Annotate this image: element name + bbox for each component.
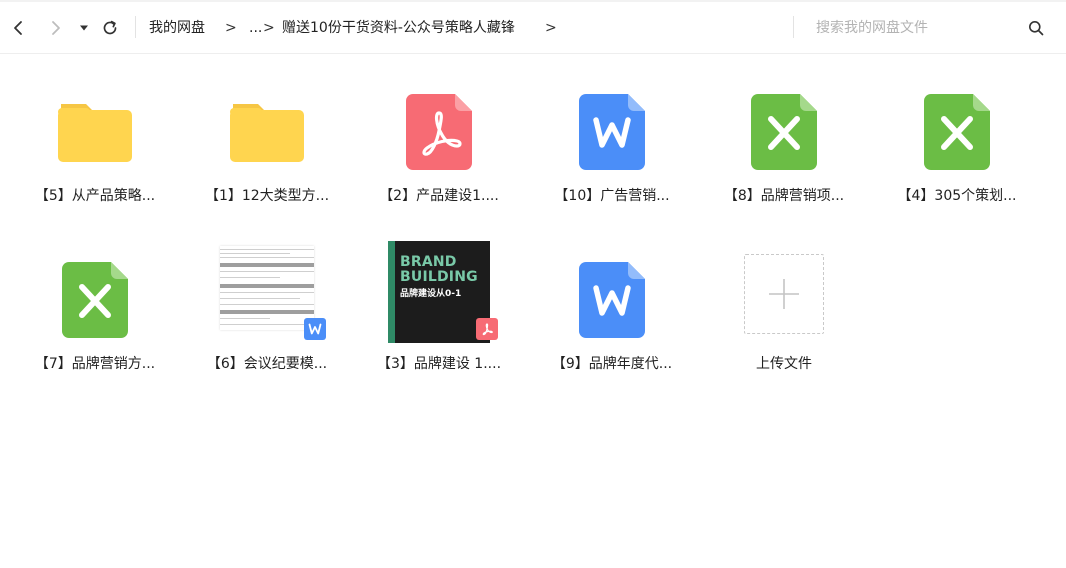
thumbnail-line: [220, 257, 314, 258]
file-name: 【5】从产品策略...: [34, 188, 156, 204]
pdf-badge: [476, 318, 498, 340]
file-item[interactable]: 【8】品牌营销项...: [704, 82, 864, 222]
thumbnail-line: [220, 253, 290, 254]
search-icon: [1029, 21, 1044, 36]
file-item[interactable]: 【2】产品建设1....: [359, 82, 519, 222]
pdf-cover-thumbnail: BRAND BUILDING 品牌建设从0-1: [388, 241, 490, 343]
breadcrumb-root[interactable]: 我的网盘: [149, 18, 205, 38]
thumbnail-line: [220, 249, 314, 250]
search-button[interactable]: [1024, 16, 1048, 40]
file-name: 【3】品牌建设 1....: [376, 356, 502, 372]
caret-down-icon: [80, 25, 88, 31]
file-icon-wrap: [187, 82, 347, 182]
file-name: 【8】品牌营销项...: [723, 188, 845, 204]
file-icon-wrap: [877, 82, 1037, 182]
breadcrumb-separator: >: [225, 20, 237, 36]
forward-button[interactable]: [44, 14, 68, 42]
breadcrumb-separator: >: [263, 20, 275, 36]
file-icon-wrap: [15, 250, 175, 350]
breadcrumb-separator: >: [545, 20, 557, 36]
word-badge-icon: [308, 323, 322, 335]
thumbnail-band: [220, 310, 314, 314]
file-item[interactable]: 【5】从产品策略...: [15, 82, 175, 222]
file-name: 【10】广告营销...: [554, 188, 670, 204]
file-name: 【9】品牌年度代...: [551, 356, 673, 372]
upload-file-button[interactable]: 上传文件: [704, 250, 864, 390]
document-thumbnail: [220, 246, 314, 330]
excel-file-icon: [924, 94, 990, 170]
upload-dropzone[interactable]: [744, 254, 824, 334]
file-icon-wrap: [704, 250, 864, 350]
file-icon-wrap: [187, 246, 347, 350]
file-name: 【6】会议纪要模...: [206, 356, 328, 372]
cover-subtitle: 品牌建设从0-1: [400, 289, 462, 299]
cover-title: BRAND BUILDING: [400, 255, 478, 285]
cover-title-line: BRAND: [400, 254, 457, 270]
search-input[interactable]: [802, 14, 1012, 42]
file-item[interactable]: 【10】广告营销...: [532, 82, 692, 222]
thumbnail-band: [220, 263, 314, 267]
file-icon-wrap: [532, 250, 692, 350]
thumbnail-line: [220, 304, 314, 305]
thumbnail-line: [220, 318, 270, 319]
file-name: 【7】品牌营销方...: [34, 356, 156, 372]
file-icon-wrap: BRAND BUILDING 品牌建设从0-1: [359, 241, 519, 350]
file-item[interactable]: BRAND BUILDING 品牌建设从0-1 【3】品牌建设 1....: [359, 241, 519, 390]
file-item[interactable]: 【6】会议纪要模...: [187, 246, 347, 390]
file-item[interactable]: 【1】12大类型方...: [187, 82, 347, 222]
chevron-left-icon: [14, 21, 22, 35]
word-file-icon: [579, 262, 645, 338]
search-divider: [793, 16, 794, 38]
word-file-icon: [579, 94, 645, 170]
cover-title-line: BUILDING: [400, 269, 478, 285]
history-dropdown-button[interactable]: [76, 14, 92, 42]
file-icon-wrap: [704, 82, 864, 182]
excel-file-icon: [751, 94, 817, 170]
breadcrumb-current: 赠送10份干货资料-公众号策略人藏锋: [282, 20, 515, 36]
file-item[interactable]: 【4】305个策划...: [877, 82, 1037, 222]
file-icon-wrap: [359, 82, 519, 182]
refresh-icon: [103, 20, 117, 35]
refresh-button[interactable]: [98, 14, 122, 42]
thumbnail-line: [220, 324, 314, 325]
toolbar: 我的网盘 > ... > 赠送10份干货资料-公众号策略人藏锋 >: [0, 0, 1066, 54]
folder-icon: [58, 104, 132, 162]
cover-accent-strip: [388, 241, 395, 343]
file-icon-wrap: [532, 82, 692, 182]
word-badge: [304, 318, 326, 340]
pdf-badge-icon: [482, 323, 493, 336]
pdf-file-icon: [406, 94, 472, 170]
excel-file-icon: [62, 262, 128, 338]
file-item[interactable]: 【7】品牌营销方...: [15, 250, 175, 390]
breadcrumb-ellipsis[interactable]: ...: [249, 18, 262, 38]
file-item[interactable]: 【9】品牌年度代...: [532, 250, 692, 390]
back-button[interactable]: [6, 14, 30, 42]
file-name: 【2】产品建设1....: [379, 188, 499, 204]
thumbnail-line: [220, 292, 314, 293]
top-border: [0, 0, 1066, 2]
plus-icon: [769, 279, 799, 309]
thumbnail-line: [220, 277, 280, 278]
upload-label: 上传文件: [756, 356, 812, 372]
folder-icon: [230, 104, 304, 162]
toolbar-divider: [135, 16, 136, 38]
thumbnail-line: [220, 271, 314, 272]
file-name: 【1】12大类型方...: [204, 188, 330, 204]
file-icon-wrap: [15, 82, 175, 182]
chevron-right-icon: [52, 21, 60, 35]
thumbnail-line: [220, 298, 300, 299]
file-name: 【4】305个策划...: [897, 188, 1017, 204]
thumbnail-band: [220, 284, 314, 288]
